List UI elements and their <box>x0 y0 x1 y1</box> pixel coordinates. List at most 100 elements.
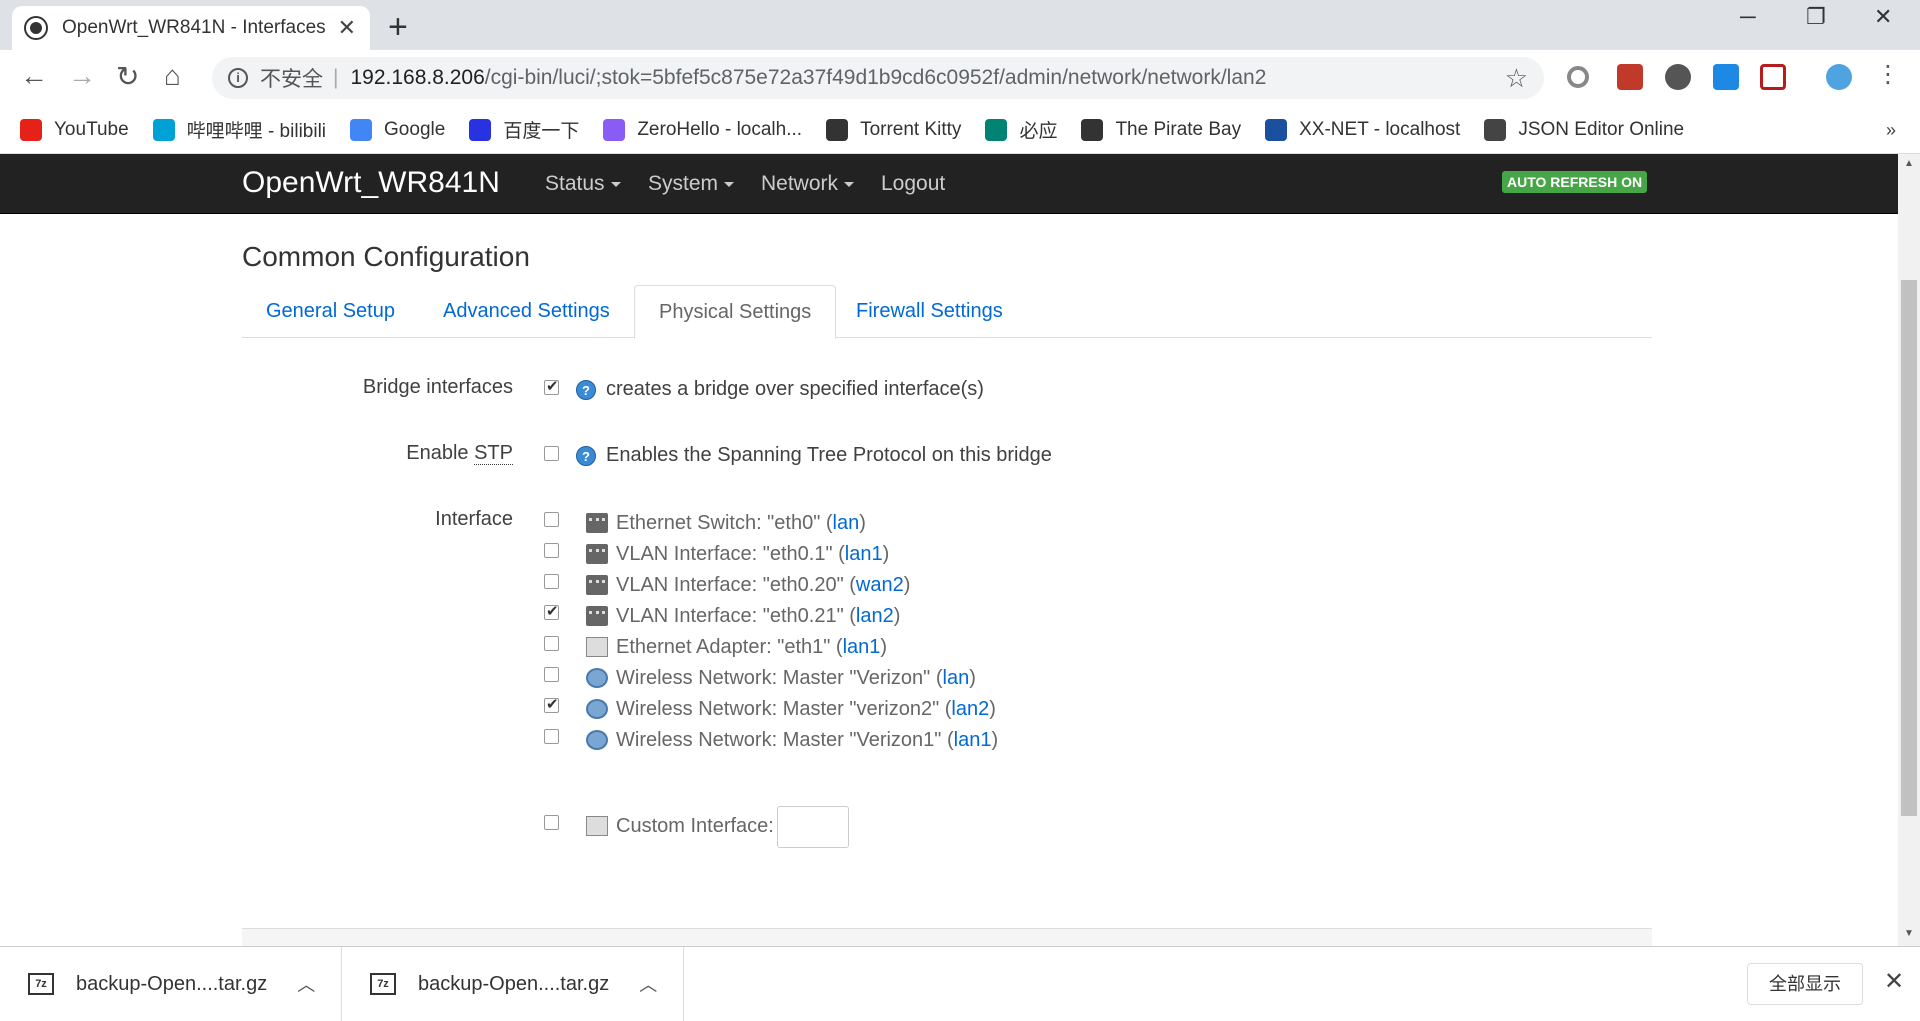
menu-dots-icon[interactable]: ⋮ <box>1876 60 1900 89</box>
bookmark-star-icon[interactable]: ☆ <box>1505 63 1528 94</box>
scrollbar-thumb[interactable] <box>1901 280 1917 816</box>
bookmark-label: Google <box>384 118 446 140</box>
interface-checkbox[interactable] <box>544 636 559 651</box>
network-link[interactable]: wan2 <box>856 574 904 597</box>
back-arrow-icon[interactable]: ← <box>20 60 48 92</box>
pocket-extension-icon[interactable] <box>1760 64 1786 90</box>
archive-file-icon: 7z <box>370 973 396 995</box>
download-item[interactable]: 7z backup-Open....tar.gz ︿ <box>342 947 684 1021</box>
bookmark-label: JSON Editor Online <box>1518 118 1685 140</box>
bookmark-label: YouTube <box>54 118 129 140</box>
bookmark-item[interactable]: Google <box>350 118 446 141</box>
bookmark-item[interactable]: 必应 <box>985 116 1057 143</box>
bookmark-item[interactable]: 百度一下 <box>469 116 579 143</box>
network-link[interactable]: lan1 <box>843 636 881 659</box>
pdf-extension-icon[interactable] <box>1617 64 1643 90</box>
bookmark-label: Torrent Kitty <box>860 118 962 140</box>
interface-checkbox[interactable] <box>544 602 559 620</box>
profile-avatar-icon[interactable] <box>1826 64 1852 90</box>
interface-checkbox[interactable] <box>544 729 559 744</box>
home-icon[interactable]: ⌂ <box>164 60 181 92</box>
send-extension-icon[interactable] <box>1713 64 1739 90</box>
caret-down-icon <box>724 181 735 187</box>
interface-checkbox[interactable] <box>544 574 559 589</box>
bookmark-label: 必应 <box>1019 121 1058 142</box>
tab-firewall-settings[interactable]: Firewall Settings <box>832 285 1027 338</box>
tab-physical-settings[interactable]: Physical Settings <box>634 285 837 339</box>
custom-interface-icon <box>586 816 608 836</box>
bookmark-item[interactable]: YouTube <box>20 118 129 141</box>
page-scrollbar[interactable]: ▲ ▼ <box>1898 154 1920 946</box>
network-link[interactable]: lan <box>833 512 860 535</box>
network-switch-icon <box>586 544 608 564</box>
address-bar[interactable]: i 不安全 | 192.168.8.206 /cgi-bin/luci/;sto… <box>212 57 1544 99</box>
download-filename: backup-Open....tar.gz <box>418 972 610 995</box>
tab-general-setup[interactable]: General Setup <box>242 285 419 338</box>
enable-stp-checkbox[interactable] <box>544 446 559 461</box>
tab-advanced-settings[interactable]: Advanced Settings <box>419 285 634 338</box>
network-link[interactable]: lan2 <box>951 698 989 721</box>
show-all-downloads-button[interactable]: 全部显示 <box>1747 963 1863 1005</box>
close-shelf-icon[interactable]: ✕ <box>1884 967 1904 996</box>
chevron-up-icon[interactable]: ︿ <box>639 971 657 997</box>
chevron-up-icon[interactable]: ︿ <box>297 971 315 997</box>
extension-circle-icon[interactable] <box>1567 66 1589 88</box>
tab-close-icon[interactable]: ✕ <box>338 15 356 41</box>
bookmark-label: The Pirate Bay <box>1115 118 1242 140</box>
menu-status[interactable]: Status <box>545 172 621 196</box>
auto-refresh-badge[interactable]: AUTO REFRESH ON <box>1502 171 1648 193</box>
custom-interface-input[interactable] <box>777 806 849 848</box>
interface-checkbox[interactable] <box>544 695 559 713</box>
bing-icon <box>985 118 1008 141</box>
network-link[interactable]: lan1 <box>954 729 992 752</box>
bridge-interfaces-checkbox[interactable] <box>544 377 559 395</box>
bookmarks-bar: YouTube 哔哩哔哩 - bilibili Google 百度一下 ZeroHell… <box>0 106 1920 154</box>
download-item[interactable]: 7z backup-Open....tar.gz ︿ <box>0 947 342 1021</box>
scroll-up-arrow-icon[interactable]: ▲ <box>1904 158 1914 169</box>
tab-title: OpenWrt_WR841N - Interfaces <box>62 17 326 38</box>
bookmark-item[interactable]: JSON Editor Online <box>1484 118 1685 141</box>
bookmark-item[interactable]: The Pirate Bay <box>1081 118 1242 141</box>
bridge-interfaces-label: Bridge interfaces <box>362 376 513 398</box>
enable-stp-label: Enable STP <box>406 442 513 465</box>
youtube-icon <box>20 118 42 141</box>
bookmark-item[interactable]: XX-NET - localhost <box>1265 118 1460 141</box>
bookmark-label: ZeroHello - localh... <box>637 118 803 140</box>
network-link[interactable]: lan2 <box>856 605 894 628</box>
menu-system[interactable]: System <box>648 172 735 196</box>
menu-network[interactable]: Network <box>761 172 855 196</box>
network-link[interactable]: lan <box>943 667 970 690</box>
close-window-button[interactable]: ✕ <box>1874 4 1892 30</box>
menu-logout[interactable]: Logout <box>881 172 945 196</box>
browser-tab[interactable]: OpenWrt_WR841N - Interfaces ✕ <box>12 6 370 50</box>
bookmarks-overflow-button[interactable]: » <box>1886 120 1896 141</box>
forward-arrow-icon[interactable]: → <box>68 60 96 92</box>
section-footer <box>242 928 1652 946</box>
interface-checkbox[interactable] <box>544 512 559 527</box>
network-link[interactable]: lan1 <box>845 543 883 566</box>
interface-name: Wireless Network: Master "verizon2" <box>616 697 940 720</box>
interface-label: Interface <box>435 508 513 530</box>
caret-down-icon <box>610 181 621 187</box>
caret-down-icon <box>844 181 855 187</box>
bookmark-item[interactable]: Torrent Kitty <box>826 118 962 141</box>
custom-interface-label: Custom Interface: <box>616 814 774 837</box>
custom-interface-checkbox[interactable] <box>544 815 559 830</box>
new-tab-button[interactable]: + <box>388 8 408 47</box>
browser-toolbar: ← → ↻ ⌂ i 不安全 | 192.168.8.206 /cgi-bin/l… <box>0 50 1920 106</box>
extension-badge-icon[interactable] <box>1665 64 1691 90</box>
interface-checkbox[interactable] <box>544 667 559 682</box>
reload-icon[interactable]: ↻ <box>116 60 139 93</box>
bookmark-item[interactable]: 哔哩哔哩 - bilibili <box>152 116 326 143</box>
minimize-button[interactable]: ─ <box>1740 4 1756 30</box>
info-icon[interactable]: i <box>228 68 248 88</box>
wireless-icon <box>586 668 608 688</box>
scroll-down-arrow-icon[interactable]: ▼ <box>1904 928 1914 939</box>
interface-row: Ethernet Switch: "eth0" (lan) <box>586 510 866 536</box>
brand-title[interactable]: OpenWrt_WR841N <box>242 166 500 200</box>
interface-name: VLAN Interface: "eth0.20" <box>616 573 844 596</box>
url-host: 192.168.8.206 <box>350 66 485 89</box>
bookmark-item[interactable]: ZeroHello - localh... <box>603 118 803 141</box>
interface-checkbox[interactable] <box>544 543 559 558</box>
restore-button[interactable]: ❐ <box>1806 4 1826 30</box>
